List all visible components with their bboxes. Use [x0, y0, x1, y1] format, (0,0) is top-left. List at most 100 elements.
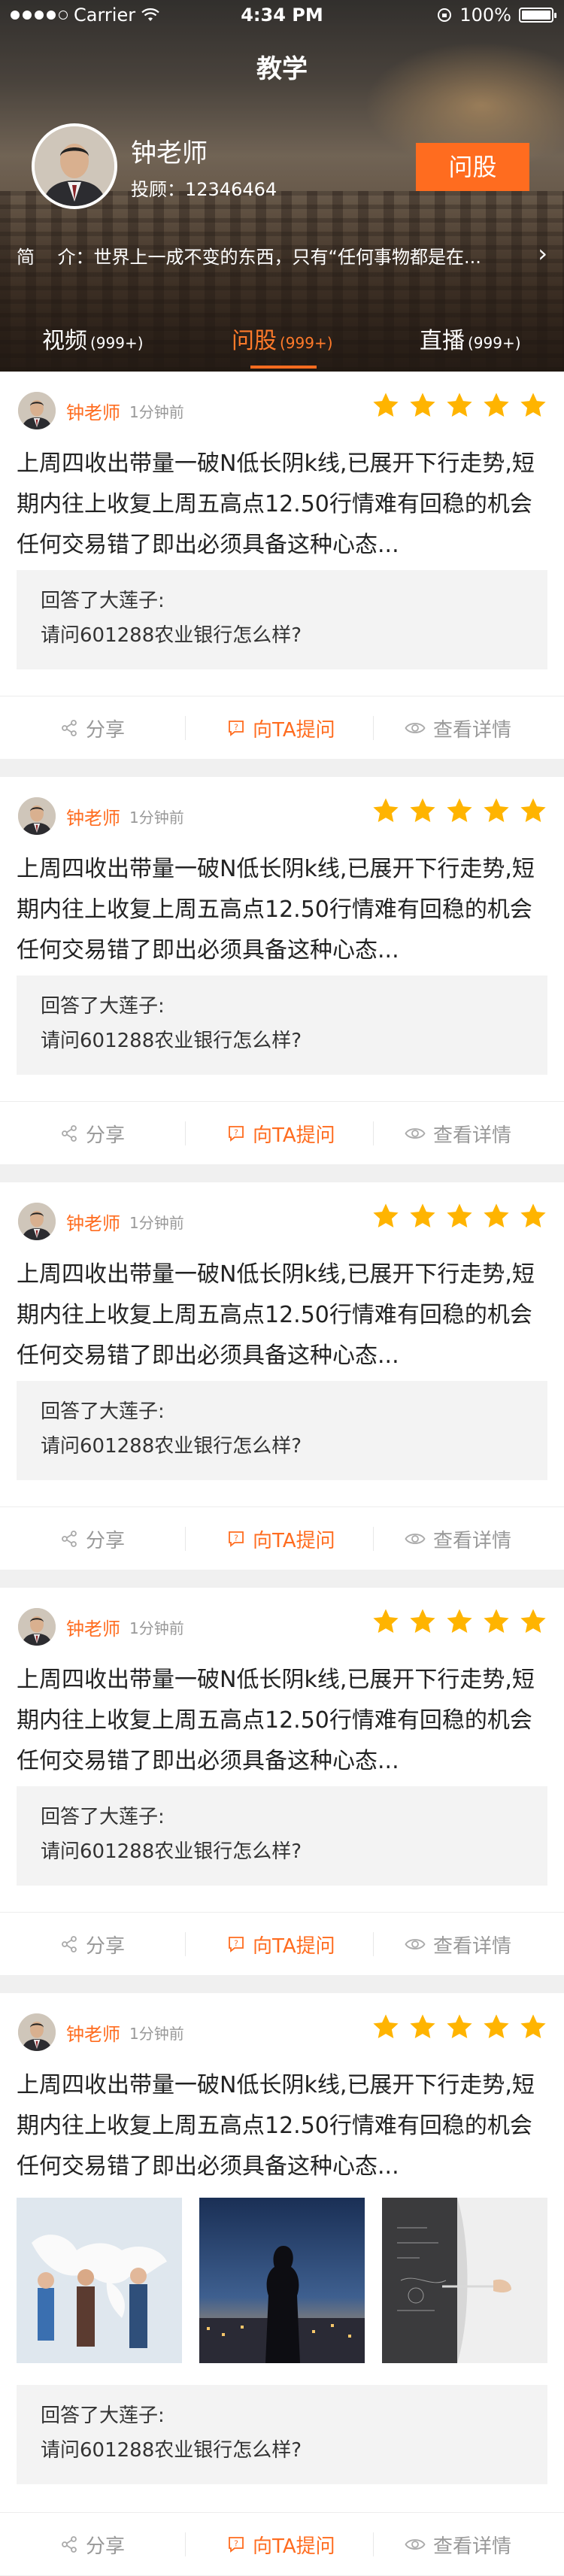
quoted-question[interactable]: 回答了大莲子: 请问601288农业银行怎么样? [17, 1381, 547, 1480]
star-icon [373, 1203, 399, 1228]
rating-stars [371, 2013, 547, 2041]
share-icon [62, 720, 77, 736]
star-icon [410, 798, 435, 823]
star-icon [484, 1203, 509, 1228]
svg-text:?: ? [234, 2539, 238, 2549]
ask-ta-button[interactable]: ? 向TA提问 [227, 1507, 335, 1570]
star-icon [410, 1203, 435, 1228]
view-detail-button[interactable]: 查看详情 [405, 1913, 511, 1976]
star-icon [447, 1203, 472, 1228]
quote-text: 请问601288农业银行怎么样? [41, 624, 302, 647]
post-actions: 分享 ? 向TA提问 查看详情 [0, 1101, 564, 1164]
quote-text: 请问601288农业银行怎么样? [41, 1435, 302, 1458]
star-icon [484, 798, 509, 823]
author-name[interactable]: 钟老师 [66, 1209, 120, 1235]
quote-label: 回答了大莲子: [41, 2405, 165, 2427]
chevron-right-icon[interactable]: › [538, 239, 547, 268]
star-icon [447, 2014, 472, 2039]
rating-stars [371, 1202, 547, 1230]
quote-text: 请问601288农业银行怎么样? [41, 1840, 302, 1863]
star-icon [484, 393, 509, 417]
rating-stars [371, 391, 547, 420]
view-detail-button[interactable]: 查看详情 [405, 1102, 511, 1165]
teacher-avatar[interactable] [32, 123, 117, 209]
teacher-intro[interactable]: 简 介：世界上一成不变的东西，只有“任何事物都是在... [17, 242, 513, 269]
share-button[interactable]: 分享 [60, 1507, 125, 1570]
tab-ask-stock[interactable]: 问股 (999+) [232, 322, 333, 355]
author-avatar[interactable] [17, 390, 57, 431]
ask-ta-button[interactable]: ? 向TA提问 [227, 1102, 335, 1165]
author-name[interactable]: 钟老师 [66, 398, 120, 424]
post-body[interactable]: 上周四收出带量一破N低长阴k线,已展开下行走势,短期内往上收复上周五高点12.5… [17, 849, 547, 971]
author-name[interactable]: 钟老师 [66, 803, 120, 830]
view-detail-button[interactable]: 查看详情 [405, 1507, 511, 1570]
share-button[interactable]: 分享 [60, 696, 125, 760]
star-icon [447, 798, 472, 823]
share-button[interactable]: 分享 [60, 2513, 125, 2576]
post-image-curtain-reveal[interactable] [382, 2198, 547, 2363]
share-icon [62, 1125, 77, 1142]
share-icon [62, 1936, 77, 1952]
rating-stars [371, 796, 547, 825]
star-icon [484, 1609, 509, 1634]
author-avatar[interactable] [17, 1201, 57, 1242]
tab-live[interactable]: 直播 (999+) [420, 322, 521, 355]
post-time: 1分钟前 [129, 808, 184, 827]
ask-stock-button[interactable]: 问股 [416, 143, 529, 191]
star-icon [373, 1609, 399, 1634]
post-time: 1分钟前 [129, 1213, 184, 1232]
view-detail-button[interactable]: 查看详情 [405, 2513, 511, 2576]
star-icon [410, 2014, 435, 2039]
star-icon [410, 1609, 435, 1634]
post-card: 钟老师 1分钟前 上周四收出带量一破N低长阴k线,已展开下行走势,短期内往上收复… [0, 372, 564, 759]
orientation-lock-icon [438, 8, 452, 22]
quoted-question[interactable]: 回答了大莲子: 请问601288农业银行怎么样? [17, 2385, 547, 2484]
quote-label: 回答了大莲子: [41, 1400, 165, 1423]
post-body[interactable]: 上周四收出带量一破N低长阴k线,已展开下行走势,短期内往上收复上周五高点12.5… [17, 2065, 547, 2187]
star-icon [373, 393, 399, 417]
author-name[interactable]: 钟老师 [66, 1614, 120, 1640]
svg-text:?: ? [234, 1939, 238, 1949]
post-card: 钟老师 1分钟前 上周四收出带量一破N低长阴k线,已展开下行走势,短期内往上收复… [0, 1993, 564, 2575]
quote-text: 请问601288农业银行怎么样? [41, 1030, 302, 1052]
author-avatar[interactable] [17, 796, 57, 836]
ask-ta-button[interactable]: ? 向TA提问 [227, 696, 335, 760]
share-button[interactable]: 分享 [60, 1913, 125, 1976]
star-icon [447, 1609, 472, 1634]
question-bubble-icon: ? [229, 1937, 244, 1952]
post-image-world-map[interactable] [17, 2198, 182, 2363]
eye-icon [405, 1939, 426, 1949]
star-icon [520, 1203, 546, 1228]
ask-ta-button[interactable]: ? 向TA提问 [227, 1913, 335, 1976]
star-icon [520, 2014, 546, 2039]
post-image-businessman-city[interactable] [199, 2198, 365, 2363]
post-body[interactable]: 上周四收出带量一破N低长阴k线,已展开下行走势,短期内往上收复上周五高点12.5… [17, 1255, 547, 1376]
tab-video[interactable]: 视频 (999+) [42, 322, 144, 355]
star-icon [373, 2014, 399, 2039]
author-avatar[interactable] [17, 1607, 57, 1647]
share-button[interactable]: 分享 [60, 1102, 125, 1165]
share-icon [62, 1531, 77, 1547]
star-icon [373, 798, 399, 823]
author-name[interactable]: 钟老师 [66, 2019, 120, 2046]
quote-label: 回答了大莲子: [41, 995, 165, 1018]
eye-icon [405, 723, 426, 733]
post-body[interactable]: 上周四收出带量一破N低长阴k线,已展开下行走势,短期内往上收复上周五高点12.5… [17, 444, 547, 566]
question-bubble-icon: ? [229, 1531, 244, 1547]
post-time: 1分钟前 [129, 2024, 184, 2043]
ask-ta-button[interactable]: ? 向TA提问 [227, 2513, 335, 2576]
eye-icon [405, 2539, 426, 2550]
intro-label: 简 介： [17, 247, 94, 268]
advisor-number: 投顾：12346464 [131, 179, 277, 200]
quoted-question[interactable]: 回答了大莲子: 请问601288农业银行怎么样? [17, 975, 547, 1075]
view-detail-button[interactable]: 查看详情 [405, 696, 511, 760]
star-icon [520, 393, 546, 417]
teacher-header: Carrier 4:34 PM 100% 教学 钟老师 投顾：12346464 … [0, 0, 564, 372]
quoted-question[interactable]: 回答了大莲子: 请问601288农业银行怎么样? [17, 570, 547, 669]
teacher-name: 钟老师 [131, 138, 208, 168]
post-body[interactable]: 上周四收出带量一破N低长阴k线,已展开下行走势,短期内往上收复上周五高点12.5… [17, 1660, 547, 1782]
star-icon [447, 393, 472, 417]
question-bubble-icon: ? [229, 2537, 244, 2553]
quoted-question[interactable]: 回答了大莲子: 请问601288农业银行怎么样? [17, 1786, 547, 1886]
author-avatar[interactable] [17, 2012, 57, 2053]
